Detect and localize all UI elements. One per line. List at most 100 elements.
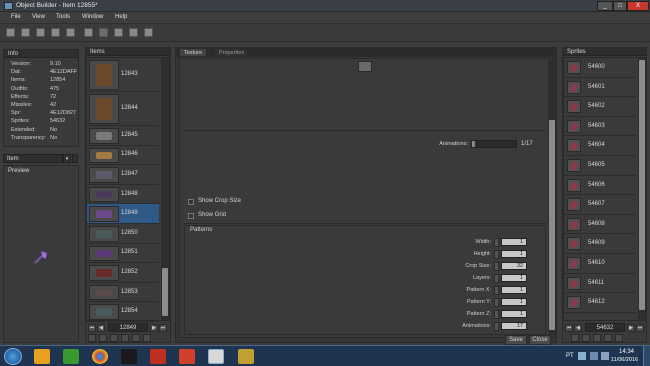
pattern-value-input[interactable]: 1: [501, 274, 527, 282]
minimize-button[interactable]: _: [597, 1, 613, 11]
chevron-down-icon[interactable]: ▾: [63, 154, 71, 163]
item-row[interactable]: 12849: [87, 204, 159, 224]
menu-help[interactable]: Help: [115, 14, 127, 20]
torrent-icon[interactable]: [63, 349, 79, 364]
sprite-row[interactable]: 54610: [564, 254, 636, 274]
editor-scrollbar[interactable]: [548, 58, 556, 338]
sprites-import-icon[interactable]: [593, 334, 601, 342]
items-scroll-thumb[interactable]: [162, 268, 168, 316]
item-row[interactable]: 12850: [87, 224, 159, 244]
item-row[interactable]: 12853: [87, 283, 159, 303]
sprites-last-page-icon[interactable]: ⏭: [636, 324, 644, 332]
stepper-arrows-icon[interactable]: [494, 274, 499, 283]
network-icon[interactable]: [590, 352, 598, 360]
remove-icon[interactable]: [143, 334, 151, 342]
tray-arrow-icon[interactable]: [578, 352, 586, 360]
sprites-id-stepper[interactable]: 54632: [585, 323, 625, 332]
tab-properties[interactable]: Properties: [214, 48, 250, 57]
duplicate-icon[interactable]: [121, 334, 129, 342]
pattern-value-input[interactable]: 1: [501, 298, 527, 306]
compile-icon[interactable]: [36, 28, 45, 37]
show-crop-size-checkbox[interactable]: [188, 199, 194, 205]
item-row[interactable]: 12854: [87, 302, 159, 322]
item-row[interactable]: 12846: [87, 146, 159, 166]
pattern-value-input[interactable]: 1: [501, 238, 527, 246]
stepper-arrows-icon[interactable]: [494, 310, 499, 319]
sprite-row[interactable]: 54604: [564, 136, 636, 156]
menu-view[interactable]: View: [32, 14, 45, 20]
item-row[interactable]: 12852: [87, 263, 159, 283]
sprite-row[interactable]: 54603: [564, 117, 636, 137]
pattern-value-input[interactable]: 1: [501, 310, 527, 318]
close-button[interactable]: X: [627, 1, 649, 11]
sprite-editor-icon[interactable]: [129, 28, 138, 37]
next-page-icon[interactable]: ▶: [150, 324, 158, 332]
sprites-export-icon[interactable]: [582, 334, 590, 342]
sprites-first-page-icon[interactable]: ⏮: [565, 324, 573, 332]
animation-slider[interactable]: [471, 140, 517, 148]
close-editor-button[interactable]: Close: [529, 335, 551, 345]
items-scrollbar[interactable]: [161, 58, 169, 320]
stepper-arrows-icon[interactable]: [494, 286, 499, 295]
sprite-row[interactable]: 54611: [564, 274, 636, 294]
game-client-icon[interactable]: [121, 349, 137, 364]
object-builder-taskbar-icon[interactable]: [208, 349, 224, 364]
item-row[interactable]: 12851: [87, 244, 159, 264]
video-editor-icon[interactable]: [150, 349, 166, 364]
pattern-value-input[interactable]: 32: [501, 262, 527, 270]
stepper-arrows-icon[interactable]: [494, 250, 499, 259]
item-row[interactable]: 12843: [87, 58, 159, 92]
sprite-row[interactable]: 54602: [564, 97, 636, 117]
save-button[interactable]: Save: [505, 335, 527, 345]
stepper-arrows-icon[interactable]: [494, 322, 499, 331]
sprites-scroll-thumb[interactable]: [639, 60, 645, 310]
item-row[interactable]: 12848: [87, 185, 159, 205]
open-project-icon[interactable]: [21, 28, 30, 37]
stepper-arrows-icon[interactable]: [494, 262, 499, 271]
items-id-stepper[interactable]: 12849: [108, 323, 148, 332]
pattern-value-input[interactable]: 1: [501, 250, 527, 258]
sprites-remove-icon[interactable]: [615, 334, 623, 342]
sprite-row[interactable]: 54612: [564, 293, 636, 313]
tab-texture[interactable]: Texture: [179, 48, 208, 57]
show-desktop-button[interactable]: [643, 346, 650, 366]
sprite-row[interactable]: 54606: [564, 176, 636, 196]
save-icon[interactable]: [66, 28, 75, 37]
editor-scroll-thumb[interactable]: [549, 120, 555, 330]
sprites-new-icon[interactable]: [604, 334, 612, 342]
sprite-row[interactable]: 54607: [564, 195, 636, 215]
new-item-icon[interactable]: [132, 334, 140, 342]
pattern-value-input[interactable]: 17: [501, 322, 527, 330]
sprite-row[interactable]: 54608: [564, 215, 636, 235]
paint-icon[interactable]: [179, 349, 195, 364]
type-select[interactable]: Item: [3, 154, 63, 163]
import-icon[interactable]: [84, 28, 93, 37]
language-indicator[interactable]: PT: [566, 353, 574, 359]
item-row[interactable]: 12845: [87, 126, 159, 146]
show-grid-checkbox[interactable]: [188, 213, 194, 219]
items-list[interactable]: 12843 12844 12845 12846 12847 12848 12849 12850…: [86, 57, 170, 322]
sprites-list[interactable]: 54600 54601 54602 54603 54604 54605 54606 54607…: [563, 57, 646, 321]
first-page-icon[interactable]: ⏮: [88, 324, 96, 332]
item-row[interactable]: 12844: [87, 92, 159, 126]
volume-icon[interactable]: [601, 352, 609, 360]
sprites-scrollbar[interactable]: [638, 58, 646, 320]
sprite-row[interactable]: 54601: [564, 78, 636, 98]
type-select-menu-icon[interactable]: [72, 154, 78, 163]
clock-date[interactable]: 11/06/2016: [611, 357, 638, 363]
previous-page-icon[interactable]: ◀: [97, 324, 105, 332]
maximize-button[interactable]: □: [613, 1, 627, 11]
look-type-icon[interactable]: [144, 28, 153, 37]
stepper-arrows-icon[interactable]: [494, 298, 499, 307]
last-page-icon[interactable]: ⏭: [159, 324, 167, 332]
browser-icon[interactable]: [92, 349, 108, 364]
edit-icon[interactable]: [110, 334, 118, 342]
sprite-row[interactable]: 54600: [564, 58, 636, 78]
compile-as-icon[interactable]: [51, 28, 60, 37]
export-icon[interactable]: [99, 334, 107, 342]
sprites-replace-icon[interactable]: [571, 334, 579, 342]
sprites-previous-page-icon[interactable]: ◀: [574, 324, 582, 332]
sprites-next-page-icon[interactable]: ▶: [627, 324, 635, 332]
start-button[interactable]: [4, 348, 22, 365]
sprite-row[interactable]: 54605: [564, 156, 636, 176]
